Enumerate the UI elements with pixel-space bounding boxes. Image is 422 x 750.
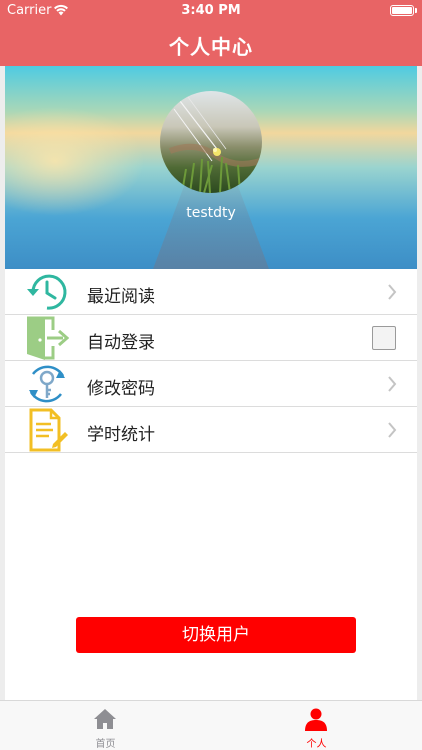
profile-header: testdty (5, 66, 417, 269)
tab-profile[interactable]: 个人 (211, 701, 422, 750)
chevron-right-icon (388, 376, 397, 392)
tab-home[interactable]: 首页 (0, 701, 211, 750)
exit-door-icon (27, 316, 69, 360)
key-refresh-icon (29, 365, 65, 403)
navigation-bar: 个人中心 (0, 22, 422, 66)
profile-page: testdty 最近阅读 自动登录 修改密码 学时统计 切换用户 (5, 66, 417, 700)
tab-label: 个人 (306, 739, 327, 750)
tab-label: 首页 (95, 739, 116, 750)
home-icon (94, 709, 116, 729)
menu-item-change-password[interactable]: 修改密码 (5, 361, 417, 407)
menu-item-recent-reading[interactable]: 最近阅读 (5, 269, 417, 315)
menu-item-label: 最近阅读 (87, 287, 155, 307)
menu-item-study-hours[interactable]: 学时统计 (5, 407, 417, 453)
menu-item-auto-login[interactable]: 自动登录 (5, 315, 417, 361)
document-edit-icon (29, 408, 68, 452)
chevron-right-icon (388, 284, 397, 300)
auto-login-checkbox[interactable] (372, 326, 396, 350)
history-clock-icon (27, 274, 67, 310)
menu-item-label: 修改密码 (87, 379, 155, 399)
status-bar: Carrier 3:40 PM (0, 0, 422, 22)
menu-item-label: 自动登录 (87, 333, 155, 353)
clock: 3:40 PM (181, 3, 241, 18)
switch-user-button[interactable]: 切换用户 (76, 617, 356, 653)
page-title: 个人中心 (169, 35, 253, 59)
username: testdty (186, 205, 236, 221)
tab-bar: 首页 个人 (0, 700, 422, 750)
menu-list: 最近阅读 自动登录 修改密码 学时统计 (5, 269, 417, 453)
chevron-right-icon (388, 422, 397, 438)
person-icon (305, 708, 327, 731)
avatar[interactable] (160, 91, 262, 193)
menu-item-label: 学时统计 (87, 425, 155, 445)
battery-icon (390, 5, 417, 16)
